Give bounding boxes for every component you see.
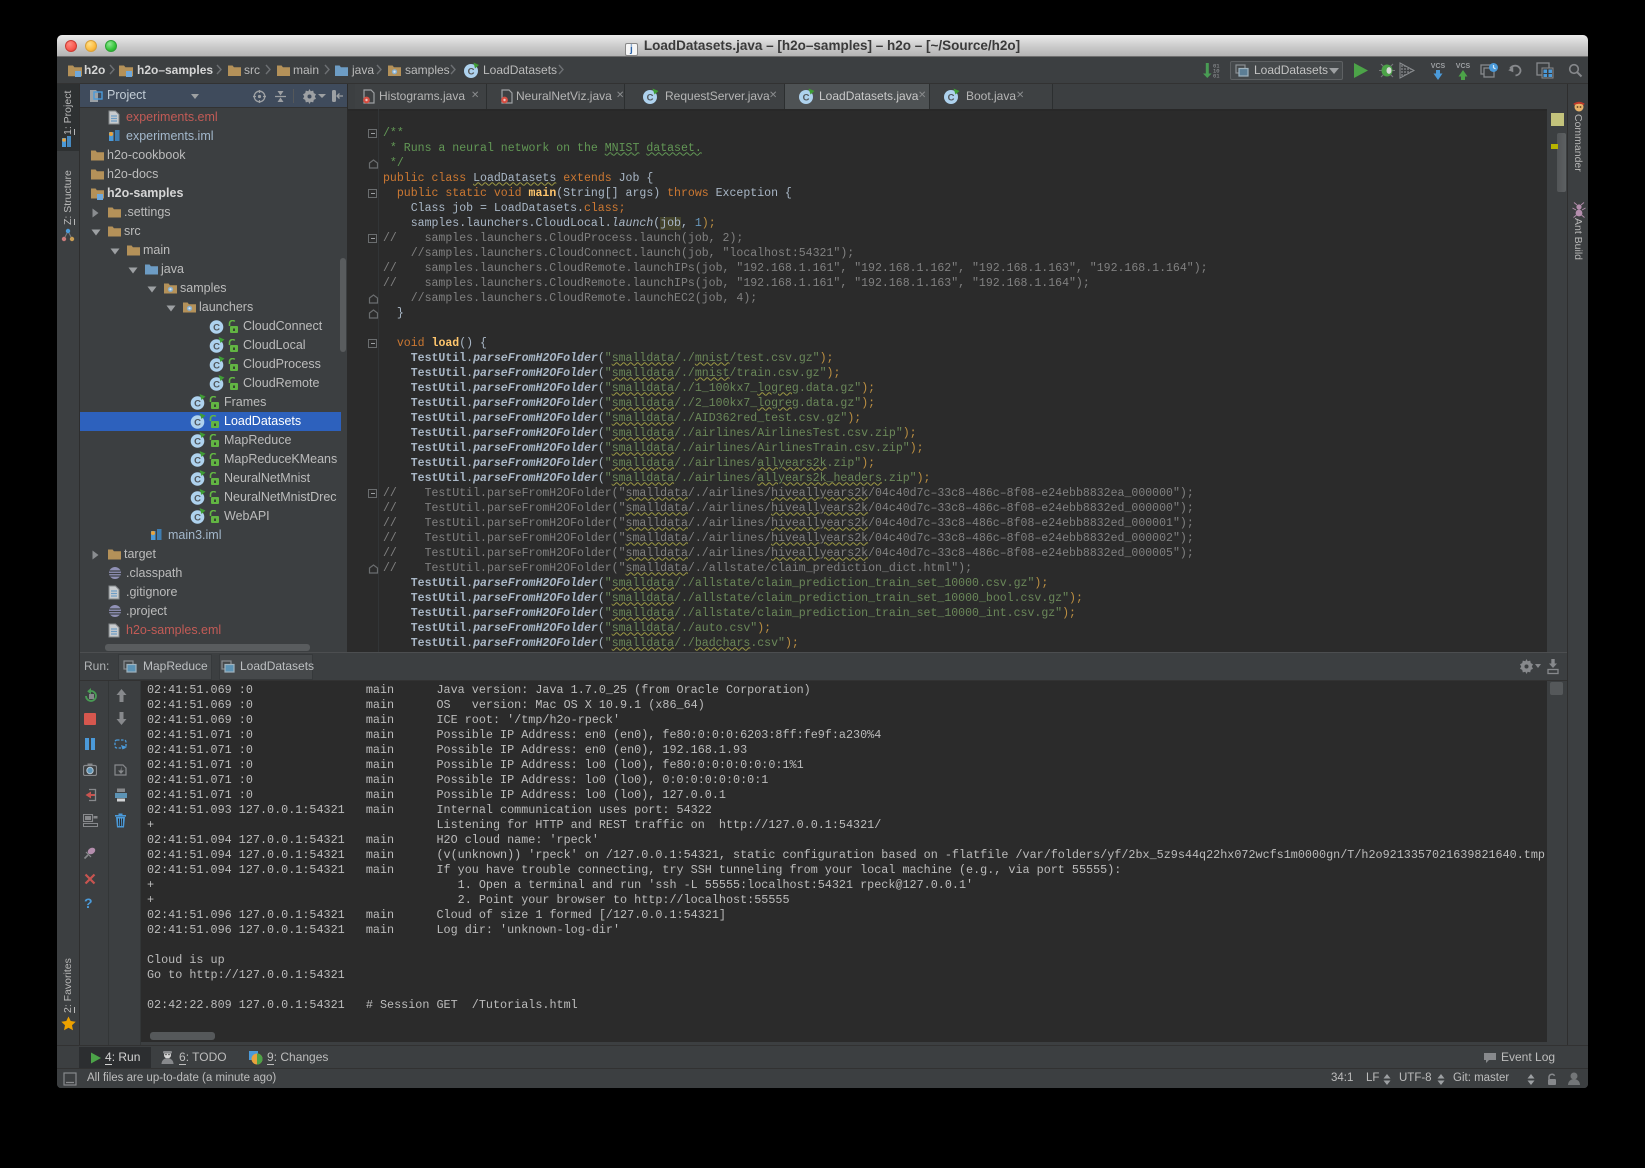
svg-text:C: C [213,361,220,372]
svg-text:C: C [194,475,201,486]
svg-text:C: C [194,494,201,505]
svg-text:VCS: VCS [1431,63,1446,70]
svg-text:C: C [194,418,201,429]
svg-text:C: C [194,513,201,524]
svg-text:VCS: VCS [1456,63,1471,70]
svg-text:C: C [468,67,475,78]
svg-text:C: C [803,93,810,104]
svg-text:C: C [194,437,201,448]
svg-text:C: C [194,456,201,467]
svg-text:C: C [213,380,220,391]
svg-text:C: C [213,323,220,334]
svg-text:C: C [948,93,955,104]
svg-text:C: C [647,93,654,104]
svg-text:C: C [213,342,220,353]
svg-text:C: C [194,399,201,410]
svg-text:01: 01 [1213,73,1220,80]
